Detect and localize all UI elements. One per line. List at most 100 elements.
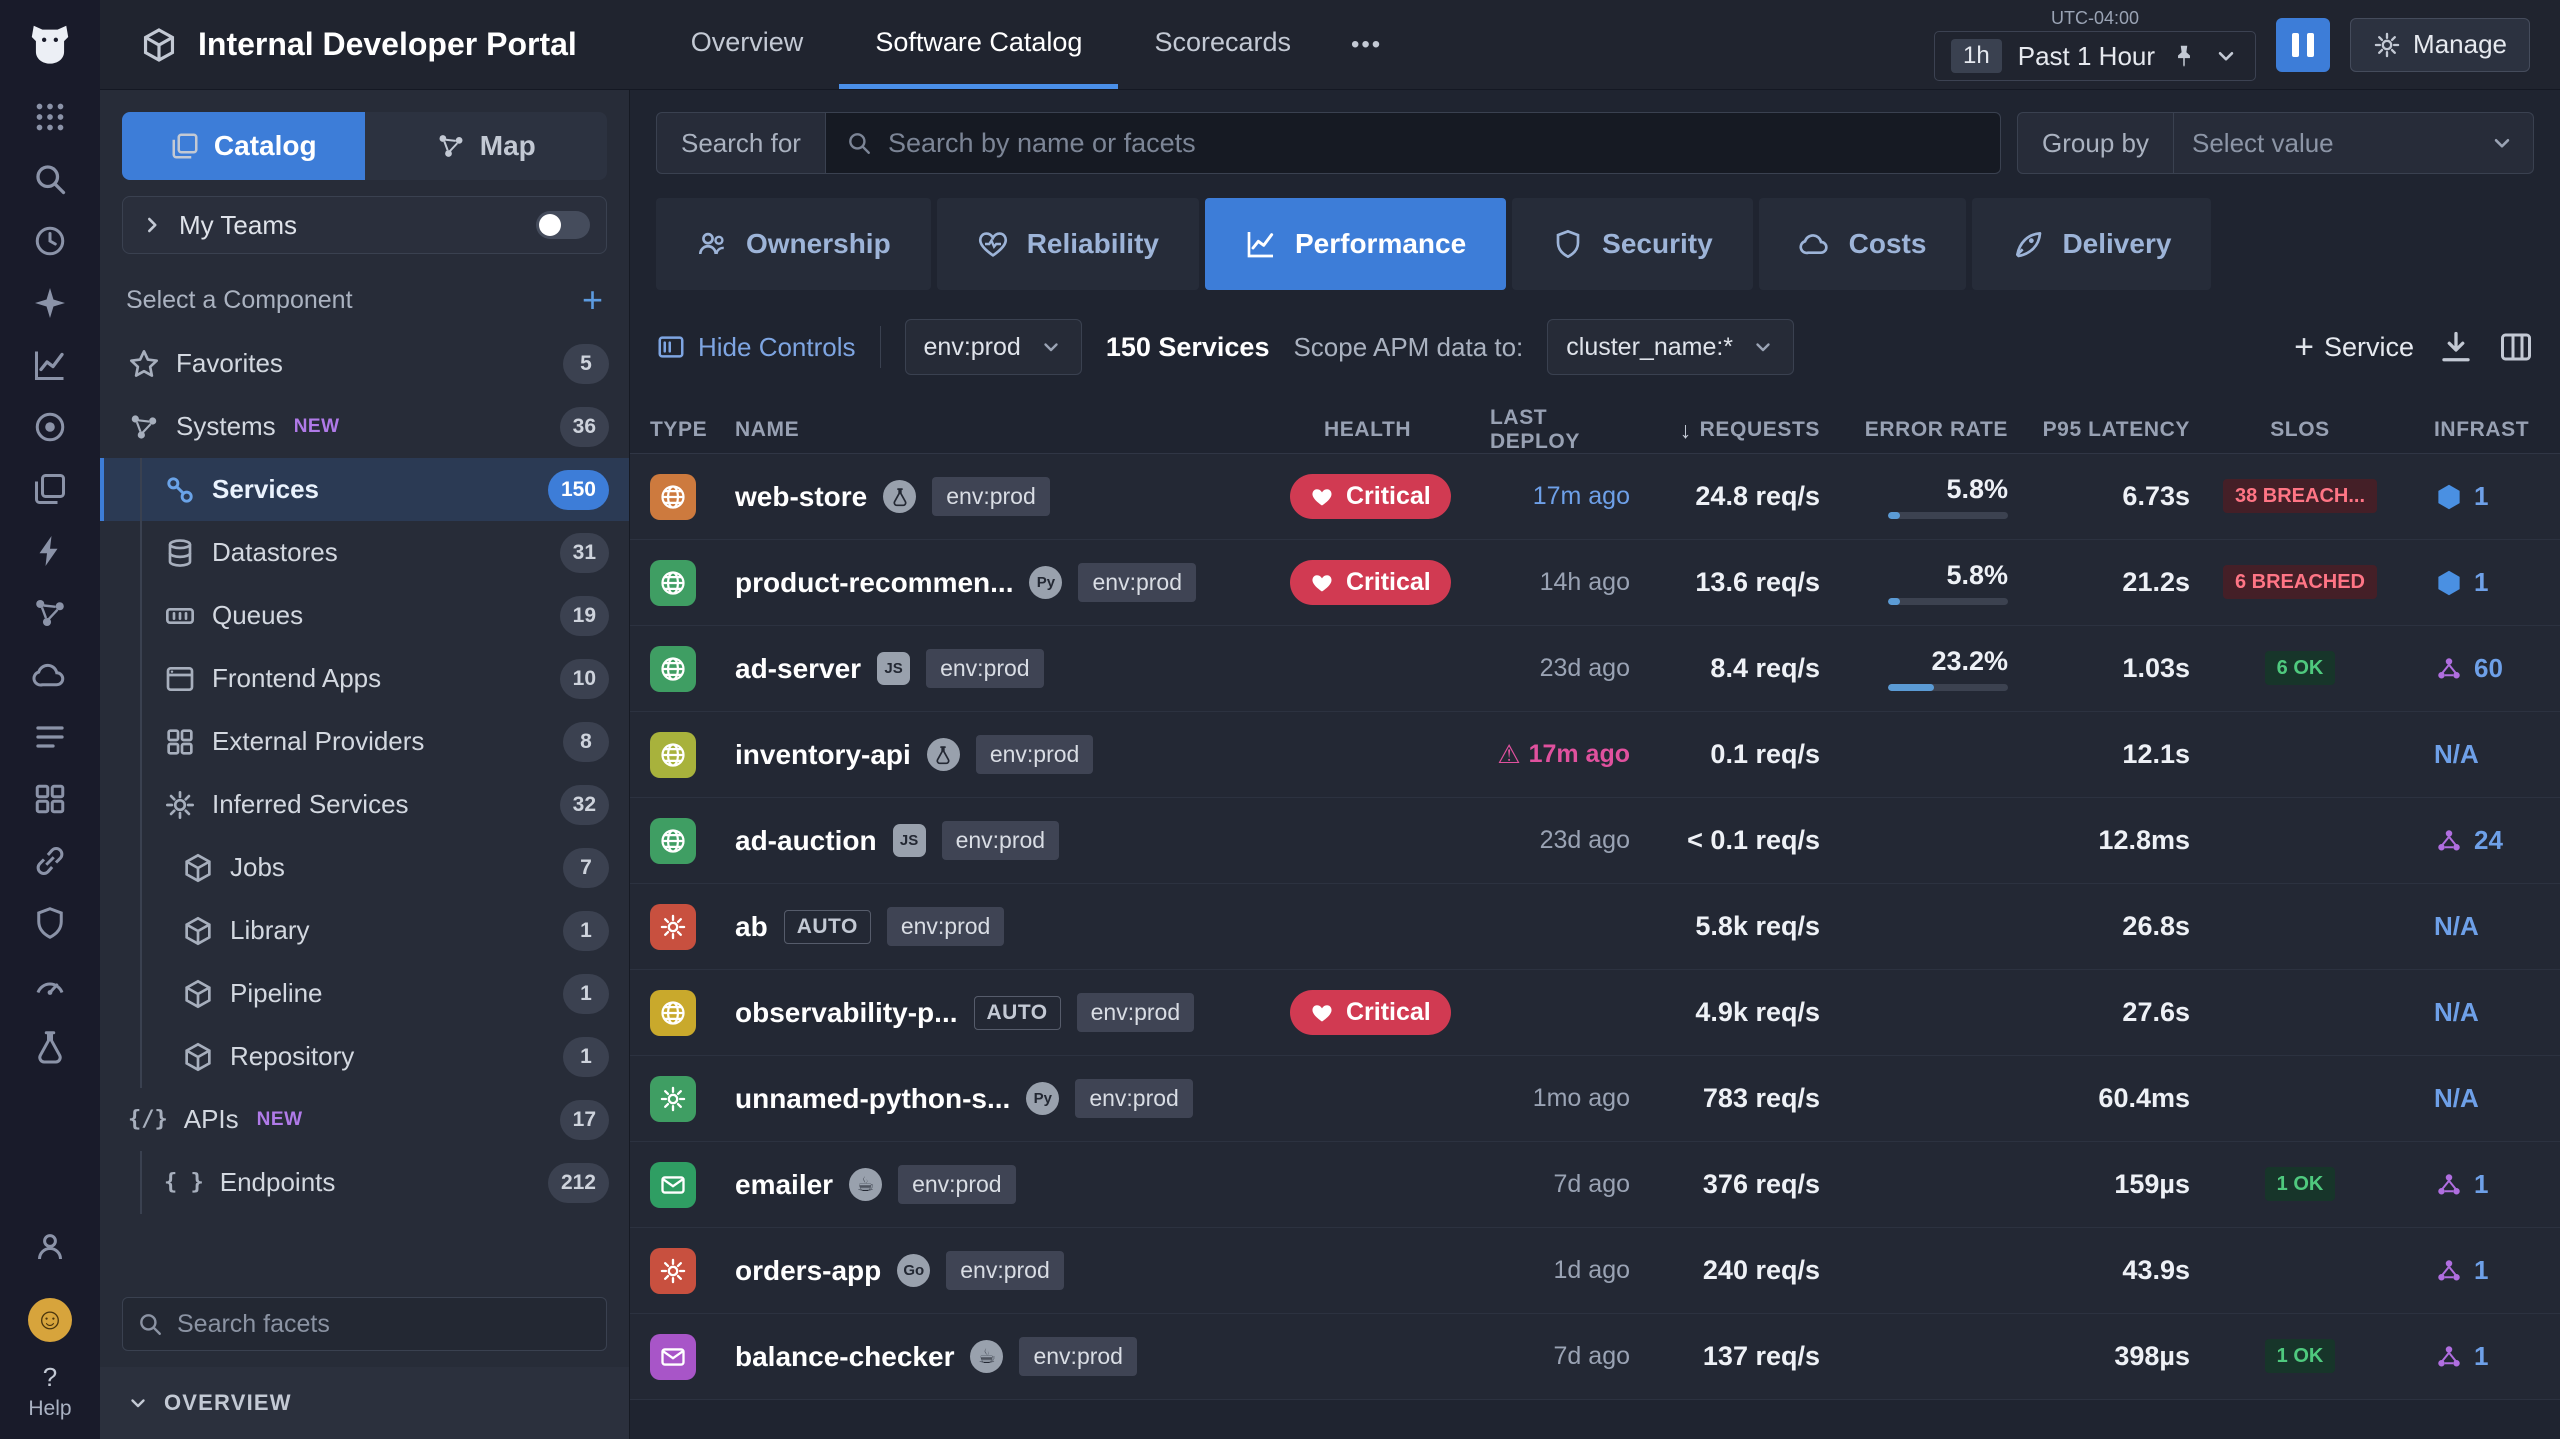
health-critical-badge[interactable]: Critical <box>1290 990 1451 1035</box>
service-name-cell[interactable]: observability-p...AUTOenv:prod <box>735 993 1290 1032</box>
service-name-cell[interactable]: abAUTOenv:prod <box>735 907 1290 946</box>
table-row[interactable]: product-recommen...Pyenv:prodCritical14h… <box>630 540 2560 626</box>
slo-badge[interactable]: 6 BREACHED <box>2223 565 2377 599</box>
sidebar-item-endpoints[interactable]: { }Endpoints212 <box>100 1151 629 1214</box>
tab-delivery[interactable]: Delivery <box>1972 198 2211 290</box>
health-critical-badge[interactable]: Critical <box>1290 474 1451 519</box>
env-tag[interactable]: env:prod <box>898 1165 1016 1204</box>
my-teams-filter[interactable]: My Teams <box>122 196 607 254</box>
env-tag[interactable]: env:prod <box>976 735 1094 774</box>
env-tag[interactable]: env:prod <box>1077 993 1195 1032</box>
env-tag[interactable]: env:prod <box>942 821 1060 860</box>
slo-badge[interactable]: 1 OK <box>2265 1167 2336 1201</box>
account-icon[interactable] <box>32 1229 68 1265</box>
last-deploy-cell[interactable]: 17m ago <box>1533 482 1630 511</box>
more-nav-icon[interactable]: ••• <box>1327 0 1406 89</box>
monitors-icon[interactable] <box>32 967 68 1003</box>
columns-icon[interactable] <box>2498 329 2534 365</box>
tab-performance[interactable]: Performance <box>1205 198 1506 290</box>
infrastructure-cell[interactable]: 1 <box>2410 481 2560 512</box>
slo-badge[interactable]: 38 BREACH... <box>2223 479 2377 513</box>
infrastructure-cell[interactable]: 1 <box>2410 567 2560 598</box>
col-name[interactable]: NAME <box>735 418 1290 442</box>
col-error-rate[interactable]: ERROR RATE <box>1865 418 2008 442</box>
col-health[interactable]: HEALTH <box>1290 418 1490 442</box>
service-name-cell[interactable]: ad-auctionJSenv:prod <box>735 821 1290 860</box>
service-name-cell[interactable]: web-storeenv:prod <box>735 477 1290 516</box>
search-facets-input[interactable] <box>175 1309 592 1340</box>
service-name-cell[interactable]: unnamed-python-s...Pyenv:prod <box>735 1079 1290 1118</box>
service-name-cell[interactable]: orders-appGoenv:prod <box>735 1251 1290 1290</box>
overview-section-header[interactable]: OVERVIEW <box>100 1367 629 1439</box>
env-tag[interactable]: env:prod <box>1078 563 1196 602</box>
pin-icon[interactable] <box>2171 43 2197 69</box>
nav-item-scorecards[interactable]: Scorecards <box>1118 0 1327 89</box>
col-infrastructure[interactable]: INFRAST <box>2410 418 2560 442</box>
synthetics-icon[interactable] <box>32 1029 68 1065</box>
table-row[interactable]: unnamed-python-s...Pyenv:prod1mo ago783 … <box>630 1056 2560 1142</box>
infrastructure-cell[interactable]: N/A <box>2410 739 2560 770</box>
tab-security[interactable]: Security <box>1512 198 1753 290</box>
env-tag[interactable]: env:prod <box>926 649 1044 688</box>
nav-item-overview[interactable]: Overview <box>655 0 840 89</box>
add-service-button[interactable]: + Service <box>2294 330 2414 364</box>
search-icon[interactable] <box>32 161 68 197</box>
table-row[interactable]: observability-p...AUTOenv:prodCritical4.… <box>630 970 2560 1056</box>
table-row[interactable]: web-storeenv:prodCritical17m ago24.8 req… <box>630 454 2560 540</box>
help-button[interactable]: ? Help <box>28 1362 71 1421</box>
sidebar-item-repository[interactable]: Repository1 <box>100 1025 629 1088</box>
table-row[interactable]: emailer☕env:prod7d ago376 req/s159µs1 OK… <box>630 1142 2560 1228</box>
history-icon[interactable] <box>32 223 68 259</box>
map-view-button[interactable]: Map <box>365 112 608 180</box>
col-type[interactable]: TYPE <box>650 418 735 442</box>
search-facets-box[interactable] <box>122 1297 607 1351</box>
software-catalog-icon[interactable] <box>32 471 68 507</box>
table-row[interactable]: balance-checker☕env:prod7d ago137 req/s3… <box>630 1314 2560 1400</box>
tab-reliability[interactable]: Reliability <box>937 198 1199 290</box>
security-icon[interactable] <box>32 905 68 941</box>
events-icon[interactable] <box>32 533 68 569</box>
apps-grid-icon[interactable] <box>32 99 68 135</box>
sidebar-item-pipeline[interactable]: Pipeline1 <box>100 962 629 1025</box>
sidebar-item-apis[interactable]: {/}APIsNEW17 <box>100 1088 629 1151</box>
metrics-icon[interactable] <box>32 347 68 383</box>
hide-controls-button[interactable]: Hide Controls <box>656 332 856 363</box>
pause-button[interactable] <box>2276 18 2330 72</box>
dashboards-icon[interactable] <box>32 781 68 817</box>
chevron-down-icon[interactable] <box>2213 43 2239 69</box>
sidebar-item-external-providers[interactable]: External Providers8 <box>100 710 629 773</box>
datadog-logo-icon[interactable] <box>24 16 76 68</box>
table-row[interactable]: orders-appGoenv:prod1d ago240 req/s43.9s… <box>630 1228 2560 1314</box>
logs-icon[interactable] <box>32 719 68 755</box>
health-critical-badge[interactable]: Critical <box>1290 560 1451 605</box>
user-avatar[interactable]: ☺ <box>28 1298 72 1342</box>
infrastructure-cell[interactable]: N/A <box>2410 997 2560 1028</box>
infrastructure-cell[interactable]: 1 <box>2410 1169 2560 1200</box>
main-search-box[interactable] <box>826 112 2001 174</box>
service-map-icon[interactable] <box>32 595 68 631</box>
sidebar-item-favorites[interactable]: Favorites5 <box>100 332 629 395</box>
add-component-button[interactable]: + <box>582 282 603 318</box>
sidebar-item-library[interactable]: Library1 <box>100 899 629 962</box>
apm-icon[interactable] <box>32 409 68 445</box>
slo-badge[interactable]: 6 OK <box>2265 651 2336 685</box>
env-tag[interactable]: env:prod <box>946 1251 1064 1290</box>
time-range-picker[interactable]: 1h Past 1 Hour <box>1934 31 2256 81</box>
sidebar-item-queues[interactable]: Queues19 <box>100 584 629 647</box>
table-row[interactable]: ad-serverJSenv:prod23d ago8.4 req/s23.2%… <box>630 626 2560 712</box>
catalog-view-button[interactable]: Catalog <box>122 112 365 180</box>
table-row[interactable]: ad-auctionJSenv:prod23d ago< 0.1 req/s12… <box>630 798 2560 884</box>
infrastructure-cell[interactable]: 1 <box>2410 1255 2560 1286</box>
service-name-cell[interactable]: ad-serverJSenv:prod <box>735 649 1290 688</box>
col-last-deploy[interactable]: LAST DEPLOY <box>1490 406 1630 454</box>
env-tag[interactable]: env:prod <box>1075 1079 1193 1118</box>
service-name-cell[interactable]: product-recommen...Pyenv:prod <box>735 563 1290 602</box>
sidebar-item-inferred-services[interactable]: Inferred Services32 <box>100 773 629 836</box>
infrastructure-cell[interactable]: 60 <box>2410 653 2560 684</box>
env-filter-select[interactable]: env:prod <box>905 319 1082 375</box>
main-search-input[interactable] <box>886 127 1980 160</box>
sidebar-item-datastores[interactable]: Datastores31 <box>100 521 629 584</box>
col-requests[interactable]: ↓ REQUESTS <box>1680 417 1820 444</box>
sidebar-item-jobs[interactable]: Jobs7 <box>100 836 629 899</box>
my-teams-toggle[interactable] <box>536 211 590 239</box>
